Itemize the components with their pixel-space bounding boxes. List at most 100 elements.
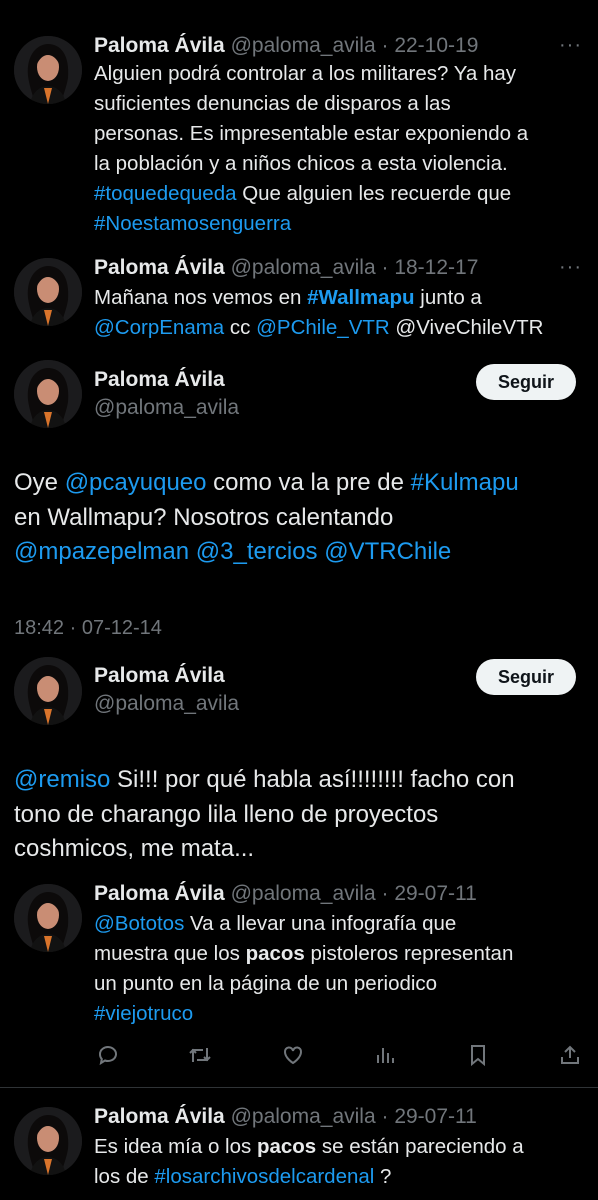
tweet-text-segment: como va la pre de [206,469,411,496]
avatar[interactable] [14,36,82,104]
tweet-header: Paloma Ávila @paloma_avila · 29-07-11 [94,881,477,907]
author-name[interactable]: Paloma Ávila [94,882,225,905]
tweet-text-segment: personas. Es impresentable estar exponie… [94,122,529,145]
tweet-text: @Bototos Va a llevar una infografía que m… [94,909,584,1029]
tweet-text-segment: muestra que los [94,942,246,965]
tweet-line: personas. Es impresentable estar exponie… [94,119,584,149]
tweet-line: un punto en la página de un periodico [94,969,584,999]
tweet-link[interactable]: @remiso [14,766,110,793]
tweet-date[interactable]: 18-12-17 [394,256,478,279]
retweet-icon[interactable] [186,1041,214,1069]
tweet-text-segment: un punto en la página de un periodico [94,972,438,995]
share-icon[interactable] [556,1041,584,1069]
author-handle[interactable]: @paloma_avila [94,692,239,716]
tweet-line: en Wallmapu? Nosotros calentando [14,501,584,536]
author-handle[interactable]: @paloma_avila [231,1105,376,1128]
tweet-line: Oye @pcayuqueo como va la pre de #Kulmap… [14,466,584,501]
tweet-text-segment [189,538,196,565]
avatar-image [14,36,82,104]
avatar-image [14,657,82,725]
reply-icon[interactable] [94,1041,122,1069]
author-name[interactable]: Paloma Ávila [94,256,225,279]
tweet-text: Es idea mía o los pacos se están parecie… [94,1132,584,1192]
tweet-text-segment: suficientes denuncias de disparos a las [94,92,451,115]
separator: · [375,34,395,57]
tweet-line: Alguien podrá controlar a los militares?… [94,59,584,89]
tweet-text-segment: Si!!! por qué habla así!!!!!!!! facho co… [110,766,515,793]
tweet-link[interactable]: @mpazepelman [14,538,189,565]
like-icon[interactable] [279,1041,307,1069]
avatar[interactable] [14,884,82,952]
tweet-link[interactable]: @PChile_VTR [256,316,390,339]
tweet-text: Alguien podrá controlar a los militares?… [94,59,584,239]
author-handle[interactable]: @paloma_avila [231,256,376,279]
tweet-link[interactable]: @CorpEnama [94,316,224,339]
author-handle[interactable]: @paloma_avila [231,882,376,905]
tweet-date[interactable]: 22-10-19 [394,34,478,57]
tweet-link[interactable]: #Noestamosenguerra [94,212,291,235]
tweet-link[interactable]: #losarchivosdelcardenal [154,1165,374,1188]
tweet-text-segment: Mañana nos vemos en [94,286,308,309]
avatar-image [14,1107,82,1175]
tweet-line: #toquedequeda Que alguien les recuerde q… [94,179,584,209]
tweet-line: Es idea mía o los pacos se están parecie… [94,1132,584,1162]
tweet-link[interactable]: #Kulmapu [411,469,519,496]
author-name[interactable]: Paloma Ávila [94,1105,225,1128]
tweet-line: @Bototos Va a llevar una infografía que [94,909,584,939]
tweet-line: @CorpEnama cc @PChile_VTR @ViveChileVTR [94,313,584,343]
more-options-icon[interactable]: ··· [559,256,582,279]
avatar[interactable] [14,1107,82,1175]
tweet-text-segment: Que alguien les recuerde que [236,182,512,205]
author-handle[interactable]: @paloma_avila [231,34,376,57]
tweet-line: #Noestamosenguerra [94,209,584,239]
tweet-line: @remiso Si!!! por qué habla así!!!!!!!! … [14,763,584,798]
author-handle[interactable]: @paloma_avila [94,396,239,420]
tweet-link[interactable]: #viejotruco [94,1002,193,1025]
tweet-link[interactable]: @VTRChile [324,538,451,565]
tweet-text-segment: Alguien podrá controlar a los militares?… [94,62,517,85]
follow-button[interactable]: Seguir [476,364,576,400]
tweet-text-segment: tono de charango lila lleno de proyectos [14,800,439,828]
more-options-icon[interactable]: ··· [559,34,582,57]
tweet-text-segment: coshmicos, me mata... [14,835,255,862]
tweet-header: Paloma Ávila @paloma_avila · 29-07-11 [94,1104,477,1130]
avatar-image [14,258,82,326]
separator: · [375,882,395,905]
tweet-text-segment: @ViveChileVTR [389,316,544,339]
tweet-link[interactable]: @pcayuqueo [65,469,207,496]
author-name[interactable]: Paloma Ávila [94,34,225,57]
avatar[interactable] [14,258,82,326]
tweet-header: Paloma Ávila @paloma_avila · 22-10-19 [94,33,478,59]
tweet-text: Oye @pcayuqueo como va la pre de #Kulmap… [14,466,584,570]
author-name[interactable]: Paloma Ávila [94,367,225,393]
tweet-line: #viejotruco [94,999,584,1029]
tweet-link[interactable]: @3_tercios [196,538,318,565]
tweet-link[interactable]: #toquedequeda [94,182,237,205]
tweet-link[interactable]: @Bototos [94,912,184,935]
tweet-text: @remiso Si!!! por qué habla así!!!!!!!! … [14,763,584,867]
separator: · [375,1105,395,1128]
views-icon[interactable] [371,1041,399,1069]
tweet-text-segment: la población y a niños chicos a esta vio… [94,152,508,175]
tweet-text-segment: Es idea mía o los [94,1135,257,1158]
avatar-image [14,884,82,952]
tweet-line: Mañana nos vemos en #Wallmapu junto a [94,283,584,313]
tweet-text: Mañana nos vemos en #Wallmapu junto a @Co… [94,283,584,343]
tweet-date[interactable]: 29-07-11 [394,882,477,905]
author-name[interactable]: Paloma Ávila [94,663,225,689]
tweet-timestamp[interactable]: 18:42 · 07-12-14 [14,617,162,640]
follow-button[interactable]: Seguir [476,659,576,695]
tweet-line: muestra que los pacos pistoleros represe… [94,939,584,969]
tweet-text-segment: los de [94,1165,155,1188]
avatar-image [14,360,82,428]
tweet-text-segment: pacos [245,942,305,965]
divider [0,1087,598,1088]
tweet-header: Paloma Ávila @paloma_avila · 18-12-17 [94,255,478,281]
avatar[interactable] [14,657,82,725]
tweet-text-segment: ? [374,1165,392,1188]
tweet-date[interactable]: 29-07-11 [394,1105,477,1128]
tweet-link[interactable]: #Wallmapu [307,286,414,309]
tweet-text-segment: en Wallmapu? Nosotros calentando [14,503,394,531]
avatar[interactable] [14,360,82,428]
bookmark-icon[interactable] [464,1041,492,1069]
